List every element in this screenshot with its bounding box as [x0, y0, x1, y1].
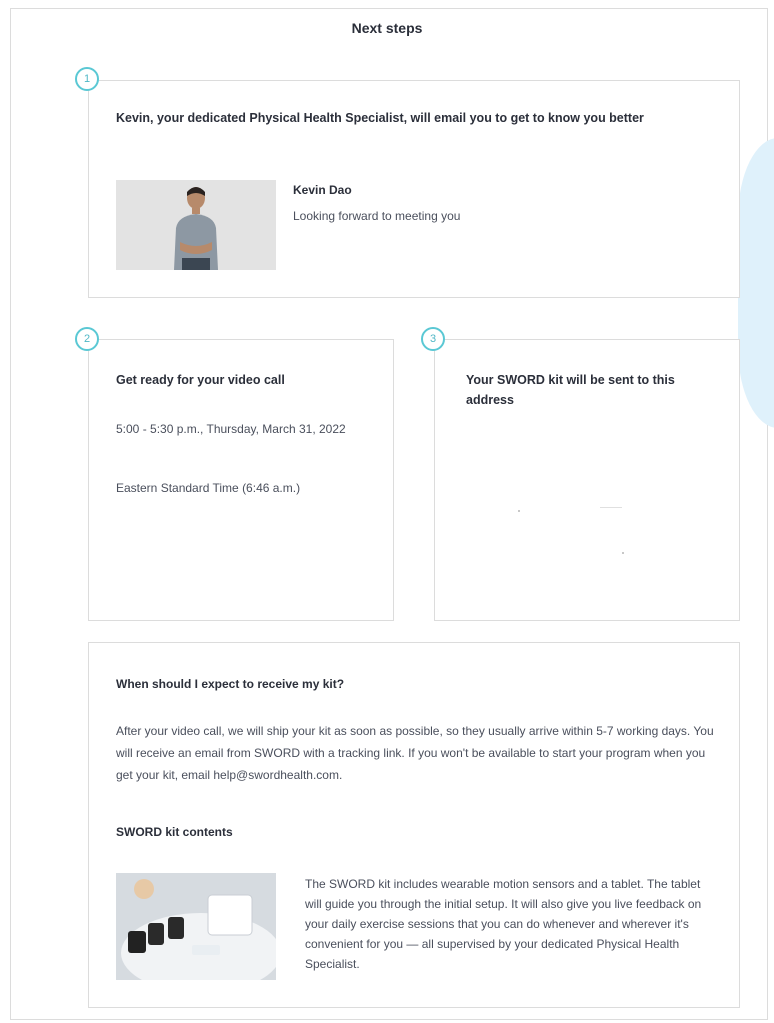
- kit-photo: [116, 873, 276, 980]
- address-redacted-dot: [622, 552, 624, 554]
- address-redacted-line: [600, 507, 622, 508]
- kit-contents-text: The SWORD kit includes wearable motion s…: [305, 877, 702, 971]
- call-datetime: 5:00 - 5:30 p.m., Thursday, March 31, 20…: [116, 422, 346, 436]
- step-2-heading: Get ready for your video call: [116, 373, 285, 387]
- decorative-blob: [738, 138, 774, 428]
- address-redacted-dot: [518, 510, 520, 512]
- step-3-badge: 3: [421, 327, 445, 351]
- faq-answer: After your video call, we will ship your…: [116, 724, 714, 782]
- kit-contents-heading: SWORD kit contents: [116, 825, 233, 839]
- page-title: Next steps: [351, 20, 423, 36]
- step-1-heading: Kevin, your dedicated Physical Health Sp…: [116, 111, 644, 125]
- call-timezone: Eastern Standard Time (6:46 a.m.): [116, 481, 301, 495]
- step-1-badge: 1: [75, 67, 99, 91]
- faq-question: When should I expect to receive my kit?: [116, 677, 345, 691]
- specialist-name: Kevin Dao: [293, 183, 352, 197]
- kit-devices-icon: [116, 873, 276, 980]
- person-icon: [116, 180, 276, 270]
- step-2-badge: 2: [75, 327, 99, 351]
- specialist-photo: [116, 180, 276, 270]
- specialist-message: Looking forward to meeting you: [293, 209, 461, 223]
- step-3-heading: Your SWORD kit will be sent to this addr…: [466, 373, 675, 407]
